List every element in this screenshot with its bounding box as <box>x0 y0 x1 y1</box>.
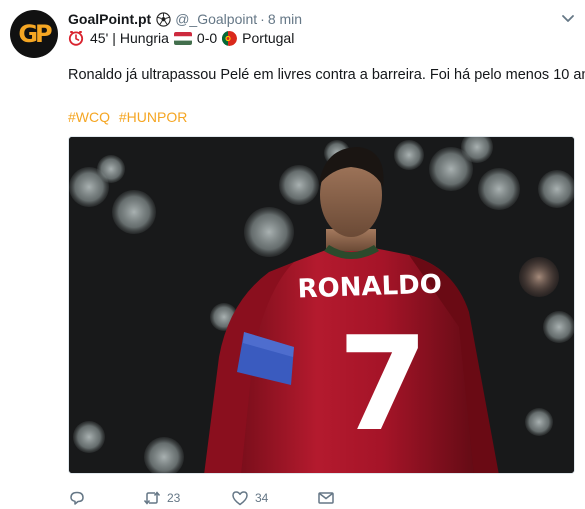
tweet-text: Ronaldo já ultrapassou Pelé em livres co… <box>68 67 585 83</box>
avatar[interactable]: GP <box>10 10 58 58</box>
tweet-actions: 23 34 <box>68 488 335 508</box>
reply-button[interactable] <box>68 489 143 507</box>
user-handle[interactable]: @_Goalpoint <box>175 11 257 27</box>
jersey-name: RONALDO <box>297 269 442 304</box>
retweet-count: 23 <box>167 491 181 505</box>
display-name[interactable]: GoalPoint.pt <box>68 11 151 27</box>
match-minute: 45' <box>90 30 109 46</box>
chevron-down-icon[interactable] <box>561 11 575 25</box>
portugal-flag-icon <box>222 30 238 46</box>
soccer-ball-icon <box>156 11 171 27</box>
retweet-icon <box>143 491 161 505</box>
jersey-number: 7 <box>338 308 428 460</box>
tweet-header: GoalPoint.pt @_Goalpoint · 8 min <box>68 9 575 29</box>
message-icon <box>318 492 334 504</box>
avatar-logo: GP <box>18 20 52 48</box>
hungary-flag-icon <box>173 31 192 45</box>
reply-icon <box>70 491 84 505</box>
hashtags: #WCQ #HUNPOR <box>68 109 192 125</box>
retweet-button[interactable]: 23 <box>143 489 231 507</box>
home-team: Hungria <box>119 30 169 46</box>
clock-icon <box>68 31 84 46</box>
status-pipe: | <box>112 30 116 46</box>
tweet-photo[interactable]: RONALDO 7 <box>68 136 575 474</box>
match-score: 0-0 <box>196 30 218 46</box>
match-status: 45' | Hungria 0-0 Portugal <box>68 28 294 48</box>
hashtag-hunpor[interactable]: #HUNPOR <box>119 109 187 125</box>
away-team: Portugal <box>242 30 295 46</box>
direct-message-button[interactable] <box>317 489 335 507</box>
hashtag-wcq[interactable]: #WCQ <box>68 109 110 125</box>
like-button[interactable]: 34 <box>231 489 317 507</box>
like-count: 34 <box>255 491 269 505</box>
ronaldo-photo: RONALDO 7 <box>69 137 574 473</box>
tweet-timestamp[interactable]: 8 min <box>268 11 302 27</box>
like-icon <box>232 491 248 506</box>
separator-dot: · <box>260 11 265 27</box>
